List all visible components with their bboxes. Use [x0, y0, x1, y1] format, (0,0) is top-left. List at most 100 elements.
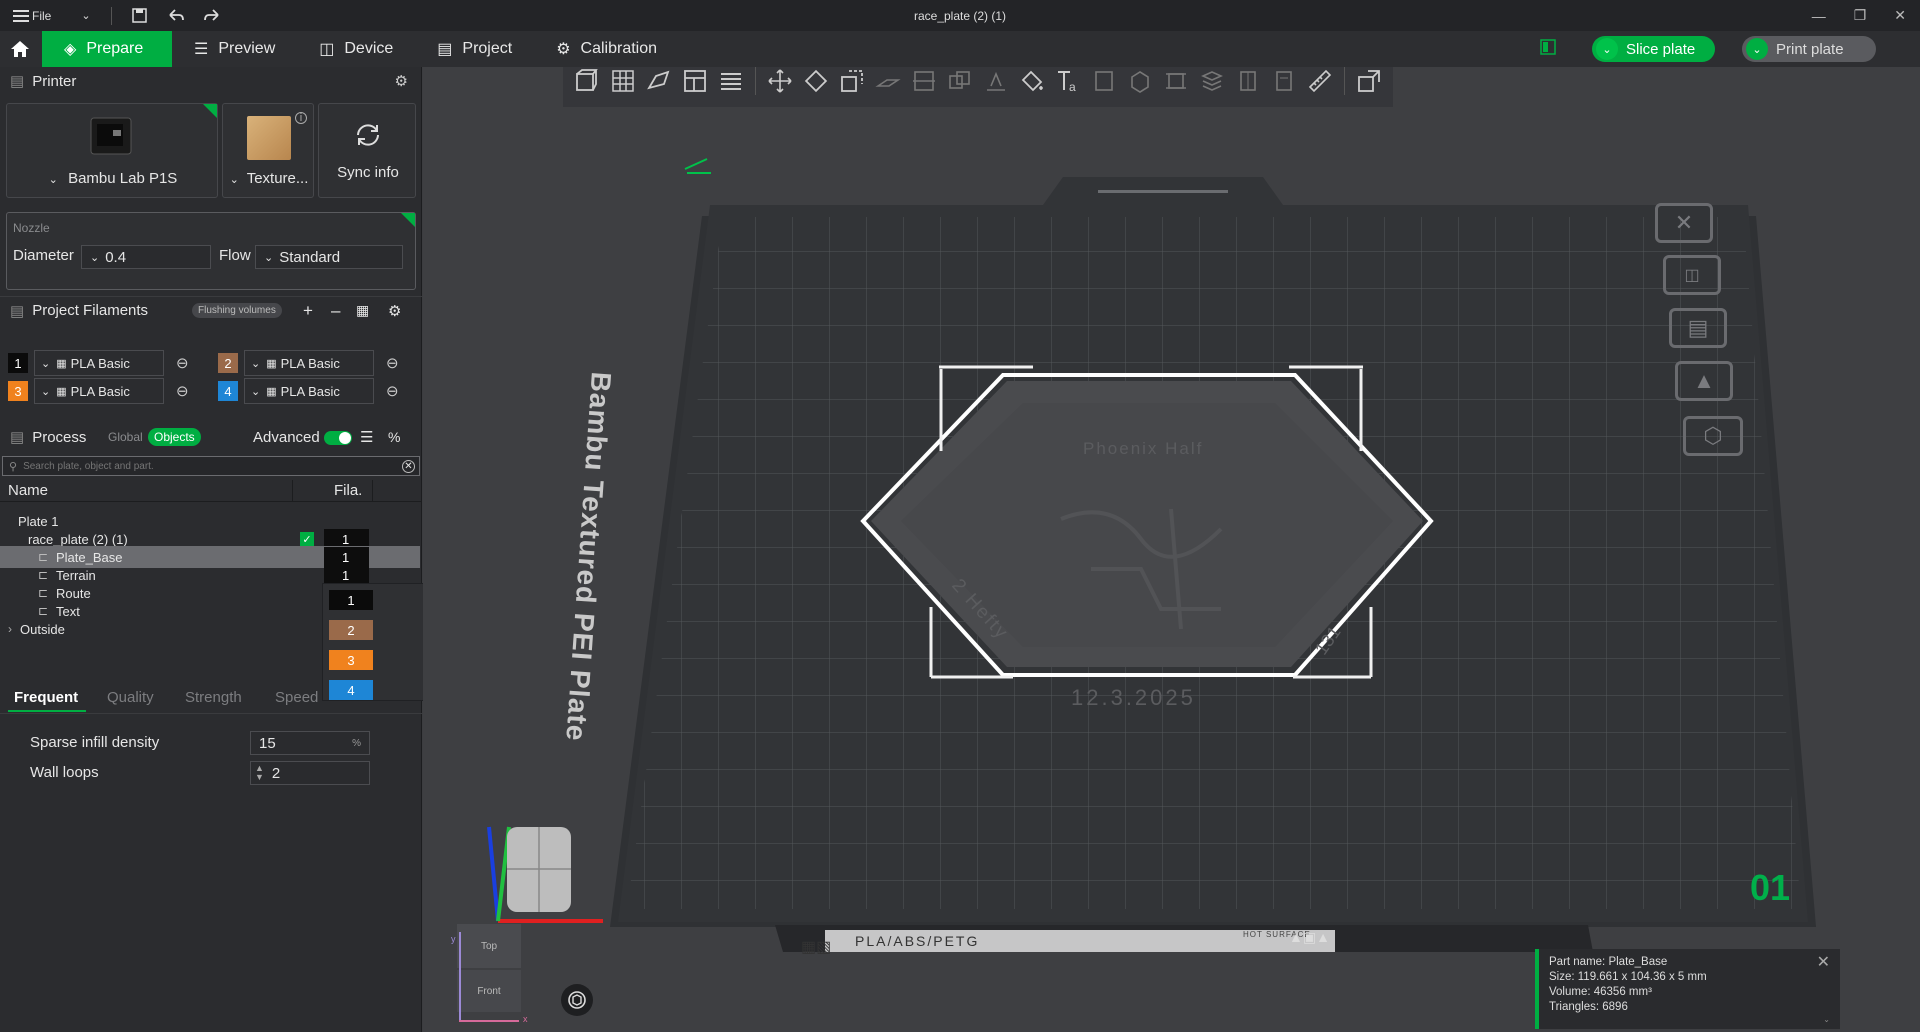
object-search[interactable]: ⚲ ✕: [2, 456, 420, 476]
plate-layout-icon[interactable]: [1540, 39, 1556, 60]
flushing-volumes-button[interactable]: Flushing volumes: [192, 303, 282, 318]
redo-icon[interactable]: [194, 0, 230, 31]
tab-project[interactable]: ▤ Project: [415, 31, 534, 67]
save-icon[interactable]: [122, 0, 158, 31]
percent-icon[interactable]: %: [388, 429, 400, 445]
add-object-icon[interactable]: [569, 67, 605, 99]
close-window-icon[interactable]: ✕: [1894, 7, 1906, 24]
objects-toggle[interactable]: Objects: [148, 428, 201, 446]
filament-option[interactable]: 4: [329, 680, 373, 700]
scale-icon[interactable]: [834, 67, 870, 99]
view-top-face[interactable]: Top: [457, 924, 521, 968]
undo-icon[interactable]: [158, 0, 194, 31]
home-button[interactable]: [0, 31, 42, 67]
ruler-icon[interactable]: [1302, 67, 1338, 99]
delete-plate-icon[interactable]: ✕: [1655, 203, 1713, 243]
remove-filament-icon[interactable]: ⊖: [176, 354, 189, 372]
filament-type-select[interactable]: ⌄ ▦ PLA Basic: [34, 350, 164, 376]
gear-icon[interactable]: ⚙: [388, 302, 401, 320]
stepper-arrows-icon[interactable]: ▲ ▼: [255, 764, 264, 782]
text-tool-icon[interactable]: a: [1050, 67, 1086, 99]
filament-sync-icon[interactable]: ▦: [356, 302, 369, 319]
subtab-frequent[interactable]: Frequent: [14, 689, 78, 706]
filament-option[interactable]: 1: [329, 590, 373, 610]
rotate-icon[interactable]: [798, 67, 834, 99]
add-plate-icon[interactable]: [605, 67, 641, 99]
camera-reset-button[interactable]: [561, 984, 593, 1016]
plate-settings-icon[interactable]: ⬡: [1683, 416, 1743, 456]
chevron-down-icon[interactable]: ⌄: [1746, 38, 1768, 60]
subtab-speed[interactable]: Speed: [275, 689, 318, 706]
subtab-quality[interactable]: Quality: [107, 689, 154, 706]
arrange-icon[interactable]: [677, 67, 713, 99]
filament-number-badge[interactable]: 3: [8, 381, 28, 401]
collapse-icon[interactable]: ⌄: [1823, 1012, 1830, 1027]
sparse-infill-density-input[interactable]: 15 %: [250, 731, 370, 755]
printer-select-card[interactable]: ⌄ Bambu Lab P1S: [6, 103, 218, 198]
remove-filament-icon[interactable]: ⊖: [386, 354, 399, 372]
split-icon[interactable]: [713, 67, 749, 99]
info-icon[interactable]: i: [295, 112, 307, 124]
remove-filament-icon[interactable]: ⊖: [176, 382, 189, 400]
seam-icon[interactable]: [1230, 67, 1266, 99]
orient-plate-icon[interactable]: ◫: [1663, 255, 1721, 295]
diameter-label: Diameter: [13, 247, 74, 264]
filament-type-select[interactable]: ⌄ ▦ PLA Basic: [34, 378, 164, 404]
diameter-select[interactable]: ⌄ 0.4: [81, 245, 211, 269]
add-filament-icon[interactable]: +: [303, 301, 313, 321]
subtab-strength[interactable]: Strength: [185, 689, 242, 706]
tab-prepare[interactable]: ◈ Prepare: [42, 31, 172, 67]
wall-loops-stepper[interactable]: ▲ ▼ 2: [250, 761, 370, 785]
filament-number-badge[interactable]: 1: [8, 353, 28, 373]
file-menu[interactable]: File: [32, 9, 51, 23]
remove-filament-icon[interactable]: –: [331, 301, 340, 321]
chevron-down-icon: ⌄: [41, 357, 51, 370]
filament-option[interactable]: 3: [329, 650, 373, 670]
fuzzy-skin-icon[interactable]: [1266, 67, 1302, 99]
view-front-face[interactable]: Front: [457, 970, 521, 1012]
chevron-down-icon[interactable]: ⌄: [81, 9, 90, 22]
move-icon[interactable]: [762, 67, 798, 99]
global-toggle[interactable]: Global: [108, 430, 143, 444]
measure-3d-icon[interactable]: [1122, 67, 1158, 99]
boolean-icon[interactable]: [942, 67, 978, 99]
restore-icon[interactable]: ❐: [1854, 7, 1867, 24]
arrange-plate-icon[interactable]: ▤: [1669, 308, 1727, 348]
plate-type-card[interactable]: i ⌄ Texture...: [222, 103, 314, 198]
expand-caret-icon[interactable]: ›: [8, 622, 12, 636]
layers-icon[interactable]: [1194, 67, 1230, 99]
sync-info-button[interactable]: Sync info: [318, 103, 416, 198]
filament-number-badge[interactable]: 4: [218, 381, 238, 401]
remove-filament-icon[interactable]: ⊖: [386, 382, 399, 400]
minimize-icon[interactable]: —: [1812, 8, 1826, 24]
visible-checkbox[interactable]: ✓: [300, 532, 314, 546]
orient-icon[interactable]: [641, 67, 677, 99]
assembly-icon[interactable]: [1158, 67, 1194, 99]
lay-on-face-icon[interactable]: [870, 67, 906, 99]
clear-search-icon[interactable]: ✕: [402, 459, 415, 473]
tab-preview[interactable]: ☰ Preview: [172, 31, 297, 67]
gear-icon[interactable]: ⚙: [395, 72, 408, 90]
close-icon[interactable]: ✕: [1817, 955, 1830, 971]
lock-plate-icon[interactable]: ▲: [1675, 361, 1733, 401]
color-paint-icon[interactable]: [1014, 67, 1050, 99]
tab-device[interactable]: ◫ Device: [297, 31, 415, 67]
advanced-switch[interactable]: [324, 431, 352, 445]
support-paint-icon[interactable]: [978, 67, 1014, 99]
chevron-down-icon[interactable]: ⌄: [1596, 38, 1618, 60]
slice-plate-button[interactable]: ⌄ Slice plate: [1592, 36, 1716, 62]
filament-number-badge[interactable]: 2: [218, 353, 238, 373]
tab-calibration[interactable]: ⚙ Calibration: [534, 31, 679, 67]
svg-icon[interactable]: [1086, 67, 1122, 99]
flow-select[interactable]: ⌄ Standard: [255, 245, 403, 269]
filament-type-select[interactable]: ⌄ ▦ PLA Basic: [244, 350, 374, 376]
object-search-input[interactable]: [21, 459, 402, 473]
filament-type-select[interactable]: ⌄ ▦ PLA Basic: [244, 378, 374, 404]
view-navigator[interactable]: Top Front y x: [451, 924, 528, 1026]
list-icon[interactable]: ☰: [360, 428, 373, 446]
3d-viewport[interactable]: a Bambu Textured PEI Plate 01 PLA/ABS/PE…: [423, 67, 1920, 1032]
filament-option[interactable]: 2: [329, 620, 373, 640]
cut-icon[interactable]: [906, 67, 942, 99]
print-plate-button[interactable]: ⌄ Print plate: [1742, 36, 1876, 62]
assembly-view-icon[interactable]: [1351, 67, 1387, 99]
